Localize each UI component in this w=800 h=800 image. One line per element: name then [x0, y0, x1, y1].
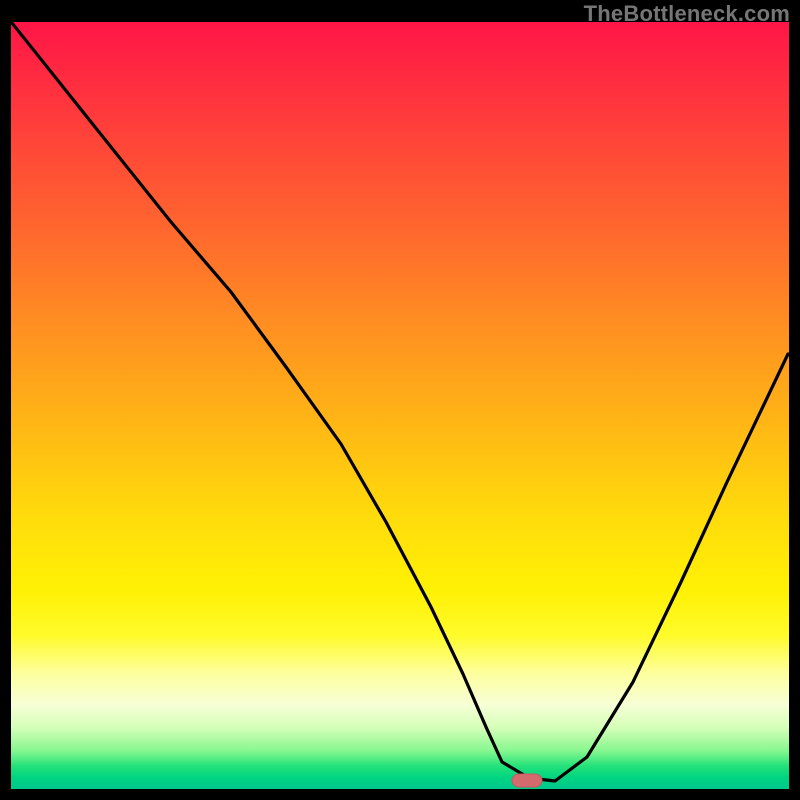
bottleneck-curve	[12, 23, 788, 781]
chart-frame: TheBottleneck.com	[0, 0, 800, 800]
plot-area	[11, 22, 789, 789]
curve-layer	[11, 22, 789, 789]
optimal-marker	[512, 774, 542, 787]
